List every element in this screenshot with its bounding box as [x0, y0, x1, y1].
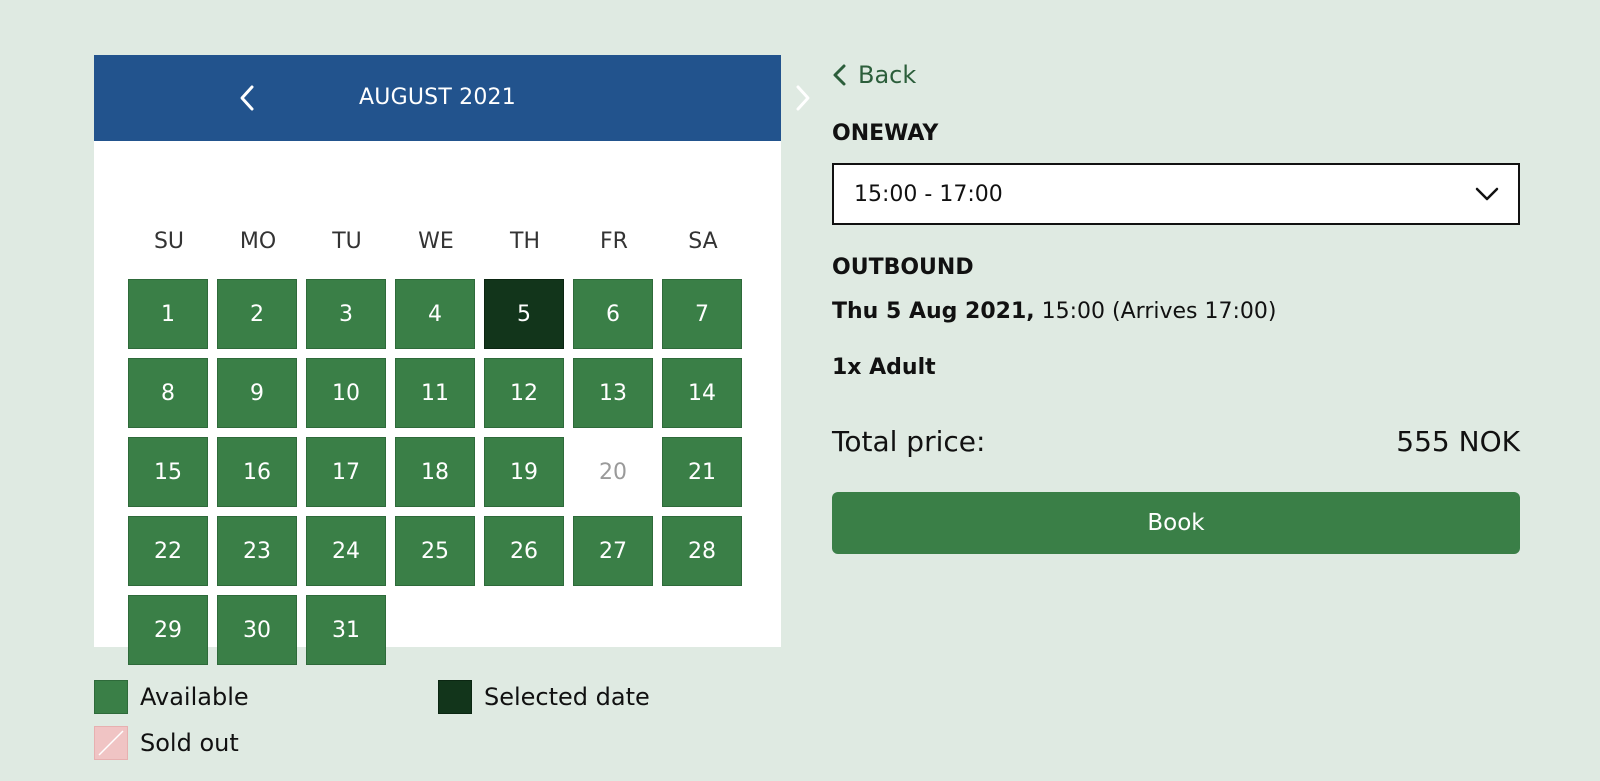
weekday-label: SA — [688, 229, 718, 254]
day-cell[interactable]: 9 — [217, 358, 297, 428]
chevron-down-icon — [1475, 187, 1499, 201]
back-label: Back — [858, 61, 917, 89]
trip-type-label: ONEWAY — [832, 121, 939, 146]
day-cell[interactable]: 22 — [128, 516, 208, 586]
day-cell[interactable]: 23 — [217, 516, 297, 586]
legend-selected-label: Selected date — [484, 683, 650, 711]
month-title: AUGUST 2021 — [359, 85, 516, 110]
day-cell[interactable]: 21 — [662, 437, 742, 507]
legend-available-label: Available — [140, 683, 249, 711]
day-cell[interactable]: 11 — [395, 358, 475, 428]
day-cell[interactable]: 1 — [128, 279, 208, 349]
next-month-button[interactable] — [786, 81, 820, 115]
day-cell[interactable]: 12 — [484, 358, 564, 428]
day-cell[interactable]: 8 — [128, 358, 208, 428]
day-cell[interactable]: 28 — [662, 516, 742, 586]
legend-selected: Selected date — [438, 680, 650, 714]
total-price-row: Total price: 555 NOK — [832, 425, 1520, 458]
selected-swatch — [438, 680, 472, 714]
book-button[interactable]: Book — [832, 492, 1520, 554]
days-grid: 1 2 3 4 5 6 7 8 9 10 11 12 13 14 15 16 17 18 19 20 21 22 23 24 2… — [128, 279, 748, 665]
legend-available: Available — [94, 680, 249, 714]
legend-soldout-label: Sold out — [140, 729, 239, 757]
outbound-date: Thu 5 Aug 2021, — [832, 299, 1035, 324]
day-cell[interactable]: 15 — [128, 437, 208, 507]
outbound-details: Thu 5 Aug 2021, 15:00 (Arrives 17:00) — [832, 299, 1276, 324]
weekday-label: FR — [600, 229, 628, 254]
departure-time-value: 15:00 - 17:00 — [854, 181, 1003, 207]
chevron-left-icon — [833, 64, 846, 86]
day-cell[interactable]: 7 — [662, 279, 742, 349]
chevron-right-icon — [796, 85, 810, 111]
passengers-summary: 1x Adult — [832, 355, 936, 380]
day-cell[interactable]: 31 — [306, 595, 386, 665]
day-cell-selected[interactable]: 5 — [484, 279, 564, 349]
legend-soldout: Sold out — [94, 726, 239, 760]
day-cell[interactable]: 25 — [395, 516, 475, 586]
day-cell[interactable]: 30 — [217, 595, 297, 665]
slash-icon — [98, 730, 124, 756]
day-cell[interactable]: 10 — [306, 358, 386, 428]
calendar-header: AUGUST 2021 — [94, 55, 810, 141]
day-cell[interactable]: 4 — [395, 279, 475, 349]
day-cell[interactable]: 24 — [306, 516, 386, 586]
day-cell-soldout: 20 — [599, 459, 627, 485]
total-price-value: 555 NOK — [1396, 425, 1520, 458]
day-cell[interactable]: 13 — [573, 358, 653, 428]
outbound-time: 15:00 (Arrives 17:00) — [1034, 299, 1277, 324]
total-price-label: Total price: — [832, 425, 986, 458]
day-cell[interactable]: 16 — [217, 437, 297, 507]
weekday-label: MO — [239, 229, 277, 254]
day-cell[interactable]: 6 — [573, 279, 653, 349]
day-cell[interactable]: 14 — [662, 358, 742, 428]
weekday-label: SU — [153, 229, 185, 254]
back-link[interactable]: Back — [832, 55, 916, 95]
day-cell[interactable]: 19 — [484, 437, 564, 507]
weekday-header-row: SU MO TU WE TH FR SA — [128, 229, 748, 269]
weekday-label: WE — [418, 229, 454, 254]
day-cell[interactable]: 3 — [306, 279, 386, 349]
departure-time-select[interactable]: 15:00 - 17:00 — [832, 163, 1520, 225]
day-cell[interactable]: 2 — [217, 279, 297, 349]
day-cell[interactable]: 18 — [395, 437, 475, 507]
available-swatch — [94, 680, 128, 714]
weekday-label: TH — [510, 229, 540, 254]
day-cell[interactable]: 27 — [573, 516, 653, 586]
day-cell[interactable]: 26 — [484, 516, 564, 586]
day-cell[interactable]: 29 — [128, 595, 208, 665]
weekday-label: TU — [332, 229, 362, 254]
soldout-swatch — [94, 726, 128, 760]
outbound-label: OUTBOUND — [832, 255, 974, 280]
calendar: AUGUST 2021 SU MO TU WE TH FR SA 1234567… — [94, 55, 810, 665]
day-cell[interactable]: 17 — [306, 437, 386, 507]
